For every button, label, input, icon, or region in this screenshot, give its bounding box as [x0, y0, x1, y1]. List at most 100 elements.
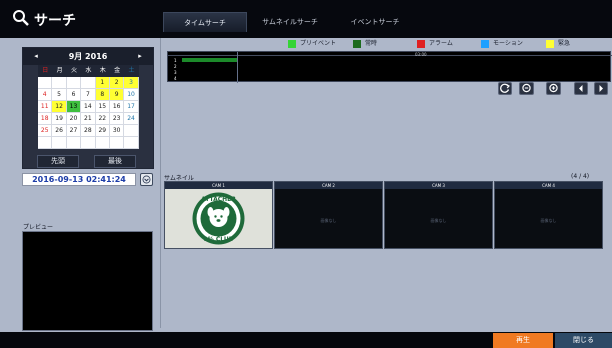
calendar-day[interactable]: 28 [81, 125, 96, 137]
calendar-day[interactable]: 20 [66, 113, 82, 125]
preview-label: プレビュー [23, 224, 54, 231]
calendar-day[interactable]: 29 [95, 125, 110, 137]
thumbnail-count: (4 / 4) [571, 173, 590, 180]
calendar-day[interactable]: 22 [95, 113, 110, 125]
tab-event-search[interactable]: イベントサーチ [333, 12, 417, 32]
header-bar: サーチ タイムサーチ サムネイルサーチ イベントサーチ [0, 0, 612, 38]
legend-label-continuous: 常時 [365, 40, 378, 47]
logo-top-text: ATTACHER [201, 196, 236, 203]
calendar-day[interactable]: 27 [66, 125, 82, 137]
timeline[interactable]: 03:00 1 2 3 4 [167, 51, 612, 83]
tab-thumbnail-search[interactable]: サムネイルサーチ [248, 12, 332, 32]
calendar-day[interactable]: 13 [66, 101, 82, 113]
calendar-day[interactable]: 25 [38, 125, 53, 137]
calendar-week-row: 11 12 13 14 15 16 17 [38, 101, 139, 113]
calendar-day [124, 137, 139, 149]
next-button[interactable] [594, 82, 608, 95]
camera-nodata-2: 画像なし [320, 218, 337, 223]
calendar-day [66, 137, 82, 149]
camera-thumbnail-2[interactable]: CAM 2 画像なし [274, 181, 383, 249]
calendar-day[interactable]: 3 [124, 77, 139, 89]
legend-panic: 緊急 [546, 39, 570, 49]
calendar-day [38, 137, 53, 149]
play-button[interactable]: 再生 [493, 333, 553, 348]
refresh-icon [500, 83, 510, 93]
calendar-day[interactable]: 18 [38, 113, 53, 125]
calendar-weekday-row: 日月火水木金土 [38, 65, 139, 77]
calendar-day[interactable]: 7 [81, 89, 96, 101]
close-button[interactable]: 閉じる [555, 333, 612, 348]
prev-button[interactable] [574, 82, 588, 95]
legend-continuous: 常時 [353, 39, 377, 49]
calendar-day[interactable]: 2 [109, 77, 125, 89]
calendar-weekday: 火 [66, 65, 82, 77]
calendar-day[interactable]: 4 [38, 89, 53, 101]
legend-swatch-continuous [353, 39, 361, 48]
calendar-day[interactable]: 15 [95, 101, 110, 113]
calendar-weekday: 土 [124, 65, 139, 77]
calendar-day[interactable]: 5 [52, 89, 67, 101]
timeline-ruler [168, 52, 612, 56]
calendar-day [81, 77, 96, 89]
calendar-day[interactable]: 26 [52, 125, 67, 137]
calendar-day [52, 77, 67, 89]
legend-label-panic: 緊急 [558, 40, 571, 47]
chevron-down-icon[interactable] [140, 173, 153, 186]
zoom-in-button[interactable] [546, 82, 561, 95]
arrow-left-icon [579, 85, 583, 92]
calendar-day[interactable]: 11 [38, 101, 53, 113]
preview-pane [22, 231, 153, 331]
last-button[interactable]: 最後 [94, 155, 136, 168]
legend-motion: モーション [481, 39, 523, 49]
calendar-day[interactable]: 19 [52, 113, 67, 125]
calendar-next-month-icon[interactable]: ▸ [133, 48, 147, 65]
calendar-day[interactable]: 8 [95, 89, 110, 101]
page-title: サーチ [34, 13, 76, 29]
calendar-weekday: 水 [81, 65, 96, 77]
calendar-week-row: 25 26 27 28 29 30 [38, 125, 139, 137]
first-button[interactable]: 先頭 [37, 155, 79, 168]
calendar-day [66, 77, 82, 89]
calendar-day[interactable]: 9 [109, 89, 125, 101]
camera-image-1: ATTACHER 1% CLUB [165, 189, 272, 248]
camera-thumbnail-4[interactable]: CAM 4 画像なし [494, 181, 603, 249]
camera-title-1: CAM 1 [165, 182, 272, 189]
calendar-day[interactable]: 30 [109, 125, 125, 137]
legend-swatch-alarm [417, 39, 425, 48]
calendar-day [52, 137, 67, 149]
datetime-field[interactable]: 2016-09-13 02:41:24 [22, 173, 136, 186]
camera-thumbnail-1[interactable]: CAM 1 ATTACHER 1% CLUB [164, 181, 273, 249]
camera-thumbnail-3[interactable]: CAM 3 画像なし [384, 181, 493, 249]
calendar-day [109, 137, 125, 149]
calendar-day[interactable]: 10 [124, 89, 139, 101]
calendar-day[interactable]: 14 [81, 101, 96, 113]
zoom-out-button[interactable] [519, 82, 534, 95]
calendar-day[interactable]: 17 [124, 101, 139, 113]
refresh-button[interactable] [498, 82, 512, 95]
camera-image-4: 画像なし [495, 189, 602, 248]
camera-title-3: CAM 3 [385, 182, 492, 189]
calendar-day[interactable]: 23 [109, 113, 125, 125]
panel-divider [160, 38, 161, 328]
camera-title-4: CAM 4 [495, 182, 602, 189]
calendar-week-row: 18 19 20 21 22 23 24 [38, 113, 139, 125]
timeline-channel-3: 3 [174, 70, 177, 75]
legend-label-motion: モーション [493, 40, 523, 47]
timeline-time-label: 03:00 [415, 52, 427, 57]
calendar-prev-month-icon[interactable]: ◂ [29, 48, 43, 65]
calendar-weekday: 金 [109, 65, 125, 77]
calendar-week-row: 123 [38, 77, 139, 89]
calendar-day[interactable]: 16 [109, 101, 125, 113]
calendar-day[interactable]: 1 [95, 77, 110, 89]
camera-nodata-4: 画像なし [540, 218, 557, 223]
calendar-day[interactable]: 12 [52, 101, 67, 113]
calendar-day[interactable]: 21 [81, 113, 96, 125]
camera-image-3: 画像なし [385, 189, 492, 248]
timeline-record-bar [182, 58, 238, 62]
tab-time-search[interactable]: タイムサーチ [163, 12, 247, 32]
calendar-day[interactable]: 6 [66, 89, 82, 101]
timeline-cursor[interactable] [237, 52, 238, 83]
attacher-logo-image: ATTACHER 1% CLUB [192, 192, 245, 245]
logo-bottom-text: 1% CLUB [204, 236, 234, 243]
calendar-day[interactable]: 24 [124, 113, 139, 125]
